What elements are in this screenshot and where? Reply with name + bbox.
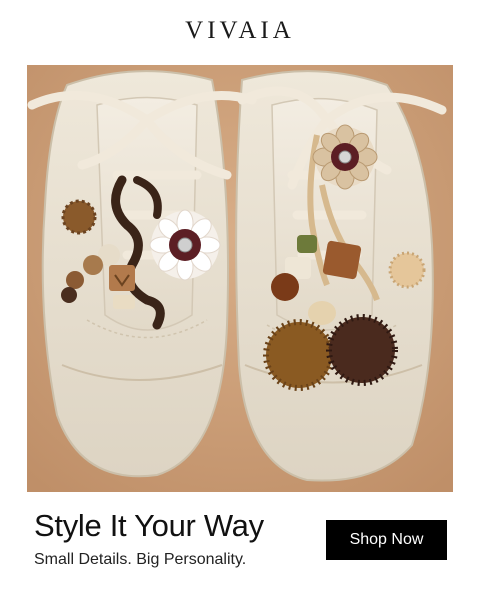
sneakers-with-charms-illustration xyxy=(27,65,453,492)
shop-now-button[interactable]: Shop Now xyxy=(326,520,447,560)
brand-logo[interactable]: VIVAIA xyxy=(0,17,480,45)
promo-subheadline: Small Details. Big Personality. xyxy=(34,551,247,568)
promo-headline: Style It Your Way xyxy=(34,508,264,543)
hero-image[interactable] xyxy=(27,65,453,492)
